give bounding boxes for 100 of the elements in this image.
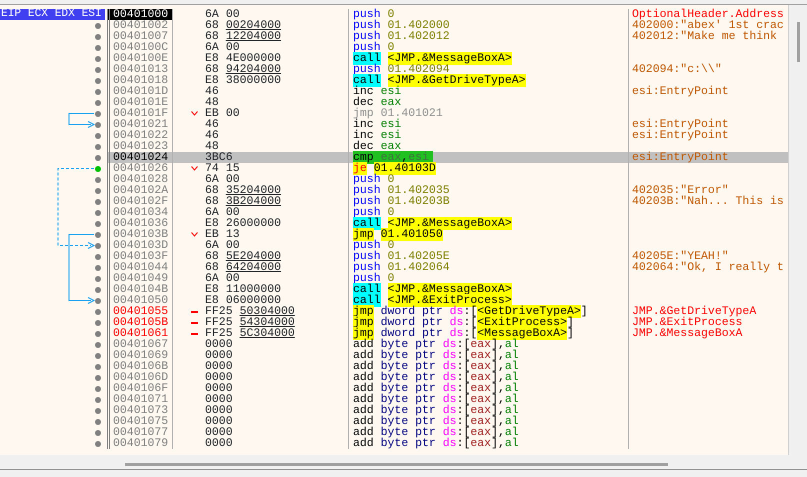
address-cell[interactable]: 0040100C (107, 42, 172, 53)
address-cell[interactable]: 00401028 (107, 174, 172, 185)
address-cell[interactable]: 0040106B (107, 361, 172, 372)
address-cell[interactable]: 00401049 (107, 273, 172, 284)
breakpoint-dot[interactable] (95, 242, 101, 248)
instruction-text: je 01.40103D (353, 162, 436, 175)
address-cell[interactable]: 00401026 (107, 163, 172, 174)
breakpoint-dot[interactable] (95, 330, 101, 336)
address-cell[interactable]: 0040103F (107, 251, 172, 262)
address-cell[interactable]: 00401073 (107, 405, 172, 416)
address-cell[interactable]: 00401022 (107, 130, 172, 141)
address-cell[interactable]: 00401055 (107, 306, 172, 317)
byte-codes: E8 06000000 (205, 295, 282, 306)
breakpoint-dot[interactable] (95, 408, 101, 414)
breakpoint-dot[interactable] (95, 88, 101, 94)
comment-text: JMP.&MessageBoxA (632, 327, 742, 340)
address-cell[interactable]: 0040103D (107, 240, 172, 251)
instruction-text: push 0 (353, 239, 394, 252)
breakpoint-dot[interactable] (95, 34, 101, 40)
address-cell[interactable]: 0040102A (107, 185, 172, 196)
instruction-text: call <JMP.&GetDriveTypeA> (353, 74, 526, 87)
instruction-text: call <JMP.&ExitProcess> (353, 294, 512, 307)
address-cell[interactable]: 00401018 (107, 75, 172, 86)
comment-text: esi:EntryPoint (632, 85, 729, 98)
address-cell[interactable]: 00401071 (107, 394, 172, 405)
address-cell[interactable]: 00401050 (107, 295, 172, 306)
address-cell[interactable]: 0040100E (107, 53, 172, 64)
address-cell[interactable]: 00401075 (107, 416, 172, 427)
breakpoint-dot[interactable] (95, 254, 101, 260)
address-cell[interactable]: 0040102F (107, 196, 172, 207)
comment-text: esi:EntryPoint (632, 118, 729, 131)
address-cell[interactable]: 0040101E (107, 97, 172, 108)
breakpoint-dot[interactable] (95, 144, 101, 150)
breakpoint-dot[interactable] (95, 232, 101, 238)
byte-codes: E8 4E000000 (205, 53, 282, 64)
breakpoint-dot[interactable] (95, 320, 101, 326)
breakpoint-dot[interactable] (95, 166, 101, 172)
breakpoint-dot[interactable] (95, 342, 101, 348)
breakpoint-dot[interactable] (95, 44, 101, 50)
breakpoint-dot[interactable] (95, 396, 101, 402)
breakpoint-dot[interactable] (95, 110, 101, 116)
address-cell[interactable]: 0040101D (107, 86, 172, 97)
address-cell[interactable]: 0040105B (107, 317, 172, 328)
address-cell[interactable]: 00401013 (107, 64, 172, 75)
instruction-text: add byte ptr ds:[eax],al (353, 437, 519, 450)
instruction-text: add byte ptr ds:[eax],al (353, 382, 519, 395)
instruction-text: add byte ptr ds:[eax],al (353, 349, 519, 362)
address-cell[interactable]: 00401044 (107, 262, 172, 273)
byte-codes: 6A 00 (205, 174, 240, 185)
scrollbar-thumb[interactable] (125, 463, 668, 466)
breakpoint-dot[interactable] (95, 198, 101, 204)
instruction-text: push 0 (353, 8, 394, 21)
breakpoint-dot[interactable] (95, 154, 101, 160)
breakpoint-dot[interactable] (95, 56, 101, 62)
address-cell[interactable]: 00401021 (107, 119, 172, 130)
address-cell[interactable]: 00401061 (107, 328, 172, 339)
breakpoint-dot[interactable] (95, 264, 101, 270)
breakpoint-dot[interactable] (95, 440, 101, 446)
scrollbar-thumb[interactable] (797, 22, 800, 62)
address-cell[interactable]: 0040103B (107, 229, 172, 240)
address-cell[interactable]: 00401077 (107, 427, 172, 438)
breakpoint-dot[interactable] (95, 286, 101, 292)
breakpoint-dot[interactable] (95, 276, 101, 282)
breakpoint-dot[interactable] (95, 418, 101, 424)
byte-codes: 0000 (205, 361, 233, 372)
address-cell[interactable]: 00401002 (107, 20, 172, 31)
comment-text: OptionalHeader.Address (632, 8, 784, 21)
breakpoint-dot[interactable] (95, 188, 101, 194)
breakpoint-dot[interactable] (95, 352, 101, 358)
address-cell[interactable]: 00401036 (107, 218, 172, 229)
breakpoint-dot[interactable] (95, 122, 101, 128)
breakpoint-dot[interactable] (95, 386, 101, 392)
breakpoint-dot[interactable] (95, 364, 101, 370)
breakpoint-dot[interactable] (95, 132, 101, 138)
breakpoint-dot[interactable] (95, 78, 101, 84)
address-cell[interactable]: 00401034 (107, 207, 172, 218)
jump-arrow (68, 113, 96, 128)
address-cell[interactable]: 0040106F (107, 383, 172, 394)
breakpoint-dot[interactable] (95, 210, 101, 216)
address-cell[interactable]: 00401024 (107, 152, 172, 163)
breakpoint-dot[interactable] (95, 430, 101, 436)
address-cell[interactable]: 0040104B (107, 284, 172, 295)
breakpoint-dot[interactable] (95, 176, 101, 182)
breakpoint-dot[interactable] (95, 298, 101, 304)
breakpoint-dot[interactable] (95, 374, 101, 380)
address-cell[interactable]: 0040106D (107, 372, 172, 383)
address-cell[interactable]: 00401079 (107, 438, 172, 449)
breakpoint-dot[interactable] (95, 100, 101, 106)
instruction-text: add byte ptr ds:[eax],al (353, 360, 519, 373)
address-cell[interactable]: 0040101F (107, 108, 172, 119)
breakpoint-dot[interactable] (95, 66, 101, 72)
address-cell[interactable]: 00401007 (107, 31, 172, 42)
byte-codes: E8 26000000 (205, 218, 282, 229)
breakpoint-dot[interactable] (95, 308, 101, 314)
breakpoint-dot[interactable] (95, 220, 101, 226)
address-cell[interactable]: 00401069 (107, 350, 172, 361)
address-cell[interactable]: 00401067 (107, 339, 172, 350)
address-cell[interactable]: 00401000 (107, 9, 172, 20)
instruction-text: push 01.402012 (353, 30, 450, 43)
breakpoint-dot[interactable] (95, 22, 101, 28)
